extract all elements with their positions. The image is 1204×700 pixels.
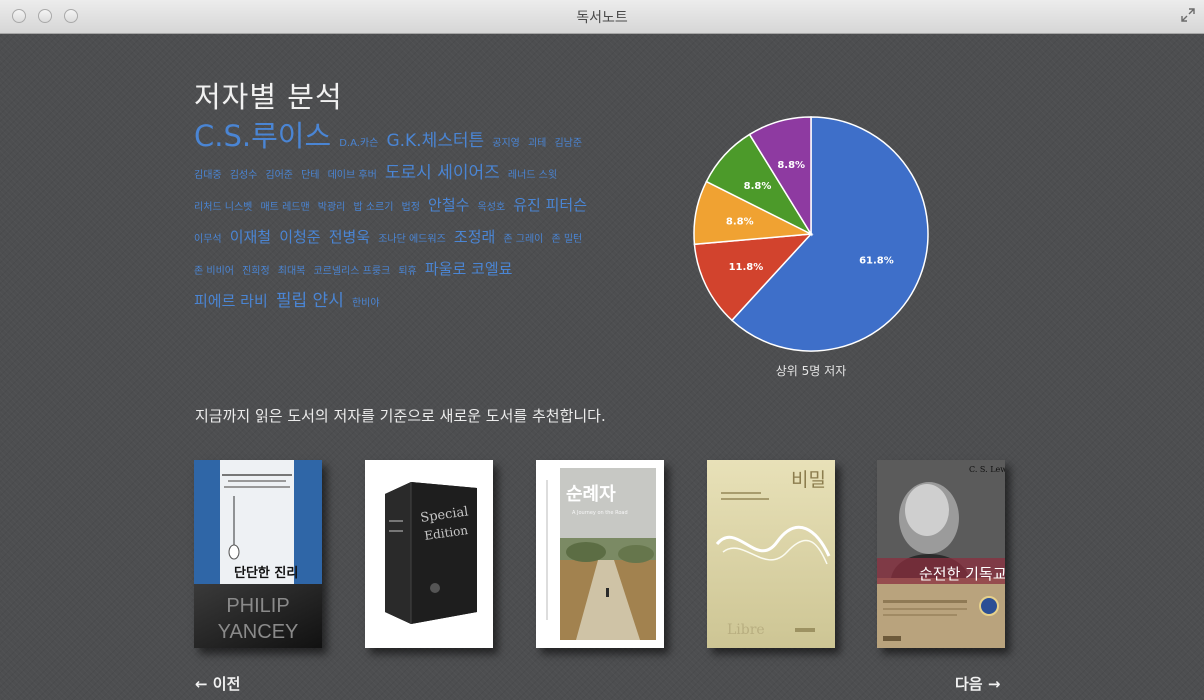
next-button[interactable]: 다음 → (955, 673, 1000, 694)
pie-slice-label-2: 11.8% (729, 262, 764, 273)
svg-text:C. S. Lewis: C. S. Lewis (969, 465, 1005, 474)
author-tag[interactable]: 김성수 (230, 170, 258, 181)
author-tag[interactable]: 박광리 (318, 202, 346, 213)
book-1-author-line1: PHILIP (226, 595, 289, 617)
author-tag[interactable]: 단테 (301, 170, 319, 181)
recommended-book-2[interactable]: Special Edition (365, 460, 493, 648)
author-tag[interactable]: 존 비비어 (194, 266, 234, 277)
title-bar: 독서노트 (0, 0, 1204, 34)
pie-slice-label-5: 8.8% (777, 160, 805, 171)
prev-button[interactable]: ← 이전 (195, 673, 240, 694)
author-tag[interactable]: C.S.루이스 (194, 119, 331, 153)
author-tag[interactable]: 최대복 (278, 266, 306, 277)
author-tag[interactable]: 김남준 (554, 138, 582, 149)
recommended-book-5[interactable]: C. S. Lewis 순전한 기독교 (877, 460, 1005, 648)
window-title: 독서노트 (576, 10, 628, 26)
book-3-title: 순례자 (566, 484, 616, 505)
author-tag-cloud: C.S.루이스 D.A.카슨 G.K.체스터튼 공지영 괴테 김남준 김대중 김… (194, 122, 594, 318)
pie-chart-caption: 상위 5명 저자 (775, 364, 847, 378)
top-authors-pie-chart: 61.8% 11.8% 8.8% 8.8% 8.8% (693, 116, 929, 352)
author-tag[interactable]: 레너드 스윗 (508, 170, 557, 181)
author-tag[interactable]: 밥 소르기 (353, 202, 393, 213)
svg-text:Libre: Libre (727, 622, 765, 638)
book-4-title: 비밀 (791, 469, 826, 491)
app-window: 독서노트 저자별 분석 C.S.루이스 D.A.카슨 G.K.체스터튼 공지영 … (0, 0, 1204, 700)
author-tag[interactable]: 공지영 (492, 138, 520, 149)
author-tag[interactable]: 조정래 (454, 228, 495, 246)
author-tag[interactable]: 괴테 (528, 138, 546, 149)
pie-slice-label-4: 8.8% (744, 181, 772, 192)
book-1-title: 단단한 진리 (234, 565, 298, 581)
author-tag[interactable]: 김대중 (194, 170, 222, 181)
author-tag[interactable]: 진희정 (242, 266, 270, 277)
author-tag[interactable]: D.A.카슨 (339, 138, 378, 149)
book-5-title: 순전한 기독교 (919, 565, 1005, 583)
author-tag[interactable]: 한비야 (352, 298, 380, 309)
book-cover-1: 단단한 진리 PHILIP YANCEY (194, 460, 322, 648)
author-tag[interactable]: 옥성호 (478, 202, 506, 213)
author-tag[interactable]: 파울로 코엘료 (425, 260, 513, 278)
recommendation-text: 지금까지 읽은 도서의 저자를 기준으로 새로운 도서를 추천합니다. (195, 407, 606, 425)
author-tag[interactable]: 유진 피터슨 (513, 196, 587, 214)
author-tag[interactable]: 도로시 세이어즈 (385, 163, 500, 183)
author-tag[interactable]: 매트 레드맨 (260, 202, 309, 213)
author-tag[interactable]: 코르넬리스 프룽크 (313, 266, 390, 277)
book-cover-4: 비밀 Libre (707, 460, 835, 648)
author-tag[interactable]: 조나단 에드워즈 (378, 234, 446, 245)
author-tag[interactable]: 존 그레이 (503, 234, 543, 245)
fullscreen-icon[interactable] (1180, 7, 1196, 23)
author-tag[interactable]: 이청준 (279, 228, 320, 246)
pie-slice-label-1: 61.8% (859, 255, 894, 266)
author-tag[interactable]: 퇴휴 (398, 266, 416, 277)
book-1-author-line2: YANCEY (218, 621, 299, 643)
svg-text:A Journey on the Road: A Journey on the Road (572, 510, 628, 516)
author-tag[interactable]: 법정 (402, 202, 420, 213)
author-tag[interactable]: 데이브 후버 (328, 170, 377, 181)
recommended-book-1[interactable]: 단단한 진리 PHILIP YANCEY (194, 460, 322, 648)
book-cover-5: C. S. Lewis 순전한 기독교 (877, 460, 1005, 648)
author-tag[interactable]: 피에르 라비 (194, 292, 268, 310)
recommended-book-4[interactable]: 비밀 Libre (707, 460, 835, 648)
book-cover-2: Special Edition (365, 460, 493, 648)
analysis-title: 저자별 분석 (194, 80, 343, 114)
recommended-book-3[interactable]: 순례자 A Journey on the Road (536, 460, 664, 648)
author-tag[interactable]: 안철수 (428, 196, 469, 214)
author-tag[interactable]: G.K.체스터튼 (386, 131, 484, 151)
author-tag[interactable]: 이재철 (230, 228, 271, 246)
author-tag[interactable]: 김어준 (265, 170, 293, 181)
book-cover-3: 순례자 A Journey on the Road (536, 460, 664, 648)
author-tag[interactable]: 리처드 니스벳 (194, 202, 252, 213)
author-tag[interactable]: 전병욱 (329, 228, 370, 246)
author-tag[interactable]: 이무석 (194, 234, 222, 245)
pie-slice-label-3: 8.8% (726, 216, 754, 227)
author-tag[interactable]: 필립 얀시 (276, 291, 344, 311)
author-tag[interactable]: 존 밀턴 (551, 234, 582, 245)
